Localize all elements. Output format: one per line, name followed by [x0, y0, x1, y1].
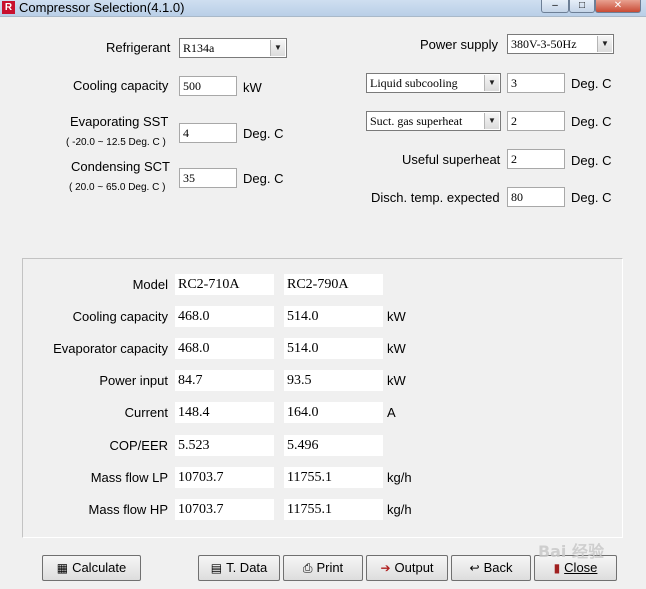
result-value-model-1: 468.0 — [175, 306, 274, 327]
cooling-capacity-label: Cooling capacity — [73, 78, 169, 93]
useful-superheat-input[interactable]: 2 — [507, 149, 565, 169]
result-value-model-2: 93.5 — [284, 370, 383, 391]
result-row-label: Model — [132, 277, 168, 292]
output-button[interactable]: ➔ Output — [366, 555, 448, 581]
chevron-down-icon[interactable]: ▼ — [597, 36, 612, 52]
power-supply-select[interactable]: 380V-3-50Hz ▼ — [507, 34, 614, 54]
result-value-model-1: 148.4 — [175, 402, 274, 423]
refrigerant-label: Refrigerant — [106, 40, 171, 55]
tdata-label: T. Data — [226, 560, 268, 575]
back-button[interactable]: ↩ Back — [451, 555, 531, 581]
result-value-model-2: 164.0 — [284, 402, 383, 423]
power-supply-label: Power supply — [420, 37, 499, 52]
discharge-temp-unit: Deg. C — [571, 190, 612, 205]
result-value-model-1: 10703.7 — [175, 467, 274, 488]
result-value-model-2: RC2-790A — [284, 274, 383, 295]
result-row-label: Mass flow LP — [90, 470, 168, 485]
window-title: Compressor Selection(4.1.0) — [19, 0, 185, 15]
chevron-down-icon[interactable]: ▼ — [270, 40, 285, 56]
document-icon: ▤ — [210, 561, 223, 575]
result-value-model-1: 468.0 — [175, 338, 274, 359]
result-row-unit: A — [387, 405, 396, 420]
result-value-model-1: RC2-710A — [175, 274, 274, 295]
results-panel — [22, 258, 623, 538]
result-value-model-2: 514.0 — [284, 306, 383, 327]
output-label: Output — [394, 560, 434, 575]
discharge-temp-input[interactable]: 80 — [507, 187, 565, 207]
result-row-unit: kW — [387, 341, 406, 356]
liquid-subcooling-input[interactable]: 3 — [507, 73, 565, 93]
result-row-label: Cooling capacity — [72, 309, 168, 324]
close-label: Close — [564, 560, 598, 575]
result-row-label: Mass flow HP — [88, 502, 168, 517]
evaporating-sst-label: Evaporating SST — [70, 114, 169, 129]
condensing-sct-input[interactable]: 35 — [179, 168, 237, 188]
evaporating-sst-range: ( -20.0 ~ 12.5 Deg. C ) — [66, 137, 166, 148]
print-label: Print — [316, 560, 344, 575]
result-row-label: Power input — [99, 373, 168, 388]
result-row-label: Evaporator capacity — [53, 341, 168, 356]
back-arrow-icon: ↩ — [469, 561, 480, 575]
suction-superheat-select[interactable]: Suct. gas superheat ▼ — [366, 111, 501, 131]
refrigerant-select[interactable]: R134a ▼ — [179, 38, 287, 58]
result-value-model-2: 514.0 — [284, 338, 383, 359]
chevron-down-icon[interactable]: ▼ — [484, 75, 499, 91]
liquid-subcooling-option: Liquid subcooling — [370, 76, 458, 90]
evaporating-sst-unit: Deg. C — [243, 126, 284, 141]
maximize-button[interactable]: □ — [569, 0, 595, 13]
printer-icon: ⎙ — [302, 561, 313, 575]
calculate-button[interactable]: ▦ Calculate — [42, 555, 141, 581]
result-value-model-2: 11755.1 — [284, 467, 383, 488]
tdata-button[interactable]: ▤ T. Data — [198, 555, 280, 581]
result-row-unit: kg/h — [387, 470, 412, 485]
calculator-icon: ▦ — [56, 561, 69, 575]
result-row-label: Current — [124, 405, 168, 420]
back-label: Back — [483, 560, 513, 575]
result-row-unit: kW — [387, 309, 406, 324]
useful-superheat-unit: Deg. C — [571, 153, 612, 168]
condensing-sct-label: Condensing SCT — [71, 159, 170, 174]
result-value-model-1: 5.523 — [175, 435, 274, 456]
output-arrow-icon: ➔ — [380, 561, 391, 575]
liquid-subcooling-select[interactable]: Liquid subcooling ▼ — [366, 73, 501, 93]
calculate-label: Calculate — [72, 560, 127, 575]
result-value-model-1: 84.7 — [175, 370, 274, 391]
evaporating-sst-input[interactable]: 4 — [179, 123, 237, 143]
liquid-subcooling-unit: Deg. C — [571, 76, 612, 91]
app-icon: R — [2, 1, 15, 14]
result-value-model-1: 10703.7 — [175, 499, 274, 520]
chevron-down-icon[interactable]: ▼ — [484, 113, 499, 129]
condensing-sct-range: ( 20.0 ~ 65.0 Deg. C ) — [69, 182, 166, 193]
discharge-temp-label: Disch. temp. expected — [371, 190, 500, 205]
result-row-unit: kg/h — [387, 502, 412, 517]
power-supply-value: 380V-3-50Hz — [511, 37, 577, 51]
result-row-unit: kW — [387, 373, 406, 388]
refrigerant-value: R134a — [183, 41, 215, 55]
cooling-capacity-input[interactable]: 500 — [179, 76, 237, 96]
suction-superheat-option: Suct. gas superheat — [370, 114, 463, 128]
suction-superheat-unit: Deg. C — [571, 114, 612, 129]
useful-superheat-label: Useful superheat — [402, 152, 501, 167]
result-value-model-2: 11755.1 — [284, 499, 383, 520]
cooling-capacity-unit: kW — [243, 80, 262, 95]
result-row-label: COP/EER — [109, 438, 168, 453]
condensing-sct-unit: Deg. C — [243, 171, 284, 186]
result-value-model-2: 5.496 — [284, 435, 383, 456]
title-bar[interactable]: R Compressor Selection(4.1.0) – □ ✕ — [0, 0, 646, 17]
minimize-button[interactable]: – — [541, 0, 569, 13]
print-button[interactable]: ⎙ Print — [283, 555, 363, 581]
suction-superheat-input[interactable]: 2 — [507, 111, 565, 131]
watermark: Bai 经验 — [537, 542, 604, 561]
close-window-button[interactable]: ✕ — [595, 0, 641, 13]
